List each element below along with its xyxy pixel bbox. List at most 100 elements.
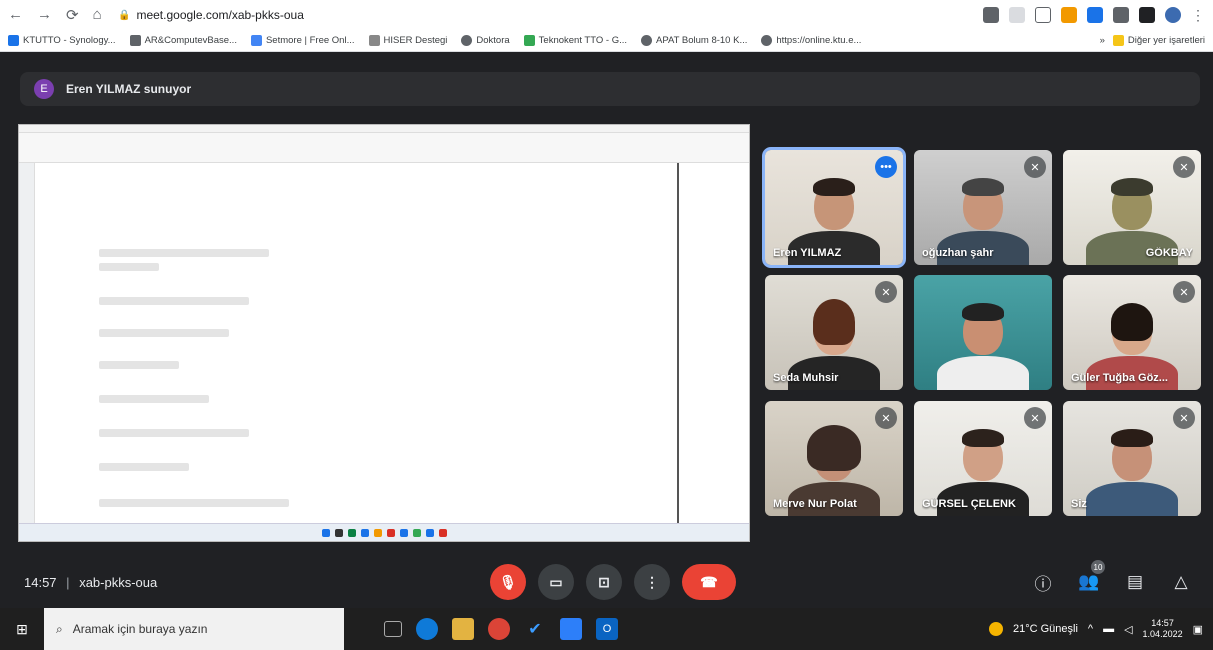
bookmark-item[interactable]: Teknokent TTO - G... <box>523 35 627 46</box>
search-icon: ⌕ <box>56 621 63 636</box>
participant-tile[interactable]: ✕ Merve Nur Polat <box>765 401 903 516</box>
shared-doc-sidebar <box>19 163 35 523</box>
participant-tile[interactable]: ✕ GÜRSEL ÇELENK <box>914 401 1052 516</box>
more-bookmarks-icon[interactable]: » <box>1100 35 1105 46</box>
activities-button[interactable]: △ <box>1169 570 1193 594</box>
nav-buttons: ← → ⟳ ⌂ <box>8 6 118 24</box>
window-icon[interactable] <box>1139 7 1155 23</box>
bookmark-item[interactable]: HISER Destegi <box>368 35 447 46</box>
presenter-avatar: E <box>34 79 54 99</box>
star-icon[interactable] <box>1035 7 1051 23</box>
mic-toggle-button[interactable]: 🎙 <box>490 564 526 600</box>
participant-tile[interactable]: ✕ GÖKBAY <box>1063 150 1201 265</box>
notifications-icon[interactable]: ▣ <box>1193 623 1203 636</box>
bookmark-item[interactable]: Doktora <box>461 35 510 46</box>
participant-tile[interactable]: ✕ Seda Muhsir <box>765 275 903 390</box>
network-icon[interactable]: ▬ <box>1103 623 1114 635</box>
weather-sun-icon <box>988 622 1003 636</box>
forward-arrow-icon[interactable]: → <box>37 6 52 24</box>
home-icon[interactable]: ⌂ <box>93 6 102 24</box>
task-view-icon[interactable] <box>384 621 402 637</box>
camera-toggle-button[interactable]: ▭ <box>538 564 574 600</box>
mic-off-icon: ✕ <box>1024 407 1046 429</box>
chat-button[interactable]: ▤ <box>1123 570 1147 594</box>
shared-taskbar <box>19 523 749 541</box>
meet-stage: E Eren YILMAZ sunuyor ••• Eren YILMAZ ✕ … <box>0 52 1213 608</box>
mic-off-icon: ✕ <box>1024 156 1046 178</box>
people-icon: 👥 <box>1078 572 1100 591</box>
profile-avatar-icon[interactable] <box>1165 7 1181 23</box>
extension-blue-icon[interactable] <box>1087 7 1103 23</box>
people-count-badge: 10 <box>1091 560 1105 574</box>
clock-date: 1.04.2022 <box>1142 629 1183 639</box>
clock-time: 14:57 <box>1151 618 1174 629</box>
extension-orange-icon[interactable] <box>1061 7 1077 23</box>
start-button[interactable]: ⊞ <box>0 621 44 638</box>
participant-tile[interactable]: ✕ oğuzhan şahr <box>914 150 1052 265</box>
clock[interactable]: 14:57 1.04.2022 <box>1143 618 1183 640</box>
todo-icon[interactable]: ✔ <box>524 618 546 640</box>
mic-off-icon: 🎙 <box>499 573 517 590</box>
file-explorer-icon[interactable] <box>452 618 474 640</box>
tray-chevron-icon[interactable]: ^ <box>1088 623 1093 635</box>
edge-icon[interactable] <box>416 618 438 640</box>
participant-tile[interactable]: ✕ Güler Tuğba Göz... <box>1063 275 1201 390</box>
present-screen-icon: ⊡ <box>598 573 610 590</box>
outlook-icon[interactable]: O <box>596 618 618 640</box>
participant-name: Seda Muhsir <box>773 372 839 384</box>
side-controls: ⓘ 👥 10 ▤ △ <box>1031 560 1193 594</box>
participant-tile[interactable]: ✕ Siz <box>1063 401 1201 516</box>
share-icon[interactable] <box>1009 7 1025 23</box>
folder-icon <box>1112 35 1124 46</box>
shared-document-page <box>39 163 679 523</box>
volume-icon[interactable]: ◁ <box>1124 623 1132 636</box>
other-bookmarks[interactable]: Diğer yer işaretleri <box>1112 35 1205 46</box>
shared-window-toolbar <box>19 133 749 163</box>
bookmarks-bar: KTUTTO - Synology... AR&ComputevBase... … <box>0 30 1213 52</box>
taskbar-apps: ✔ O <box>384 618 618 640</box>
reload-icon[interactable]: ⟳ <box>66 6 79 24</box>
people-button[interactable]: 👥 10 <box>1077 560 1105 594</box>
system-tray: 21°C Güneşli ^ ▬ ◁ 14:57 1.04.2022 ▣ <box>988 618 1213 640</box>
hang-up-icon: ☎ <box>700 573 718 590</box>
chat-icon: ▤ <box>1126 572 1144 591</box>
calendar-icon[interactable] <box>560 618 582 640</box>
url-text[interactable]: meet.google.com/xab-pkks-oua <box>136 8 303 22</box>
bookmark-item[interactable]: APAT Bolum 8-10 K... <box>641 35 747 46</box>
taskbar-search[interactable]: ⌕ Aramak için buraya yazın <box>44 608 344 650</box>
weather-text[interactable]: 21°C Güneşli <box>1013 623 1078 635</box>
back-arrow-icon[interactable]: ← <box>8 6 23 24</box>
present-button[interactable]: ⊡ <box>586 564 622 600</box>
extension-icons: ⋮ <box>983 7 1205 24</box>
more-options-button[interactable]: ⋮ <box>634 564 670 600</box>
participant-tile[interactable]: ••• Eren YILMAZ <box>762 147 906 268</box>
participant-name: GÜRSEL ÇELENK <box>922 498 1016 510</box>
more-vert-icon: ⋮ <box>645 573 659 590</box>
presenting-banner: E Eren YILMAZ sunuyor <box>20 72 1200 106</box>
bookmark-item[interactable]: https://online.ktu.e... <box>761 35 861 46</box>
meeting-time: 14:57 <box>24 574 57 590</box>
call-controls: 🎙 ▭ ⊡ ⋮ ☎ <box>490 564 736 600</box>
bookmark-item[interactable]: Setmore | Free Onl... <box>250 35 355 46</box>
browser-toolbar: ← → ⟳ ⌂ 🔒 meet.google.com/xab-pkks-oua ⋮ <box>0 0 1213 30</box>
bookmark-item[interactable]: AR&ComputevBase... <box>129 35 237 46</box>
participant-name: oğuzhan şahr <box>922 247 994 259</box>
address-bar[interactable]: 🔒 meet.google.com/xab-pkks-oua <box>118 4 983 26</box>
puzzle-icon[interactable] <box>1113 7 1129 23</box>
info-button[interactable]: ⓘ <box>1031 570 1055 594</box>
participant-name: GÖKBAY <box>1145 247 1193 259</box>
presenting-label: Eren YILMAZ sunuyor <box>66 82 192 96</box>
meeting-info: 14:57 | xab-pkks-oua <box>24 574 158 590</box>
camera-icon[interactable] <box>983 7 999 23</box>
leave-call-button[interactable]: ☎ <box>682 564 736 600</box>
chrome-icon[interactable] <box>488 618 510 640</box>
meeting-code: xab-pkks-oua <box>79 574 158 590</box>
bookmark-item[interactable]: KTUTTO - Synology... <box>8 35 116 46</box>
info-icon: ⓘ <box>1034 574 1052 594</box>
menu-dots-icon[interactable]: ⋮ <box>1191 7 1205 24</box>
mic-off-icon: ✕ <box>1173 281 1195 303</box>
windows-logo-icon: ⊞ <box>16 620 28 637</box>
meet-controls-bar: 14:57 | xab-pkks-oua 🎙 ▭ ⊡ ⋮ ☎ ⓘ 👥 10 ▤ … <box>0 556 1213 608</box>
participant-tile[interactable] <box>914 275 1052 390</box>
more-options-icon[interactable]: ••• <box>875 156 897 178</box>
